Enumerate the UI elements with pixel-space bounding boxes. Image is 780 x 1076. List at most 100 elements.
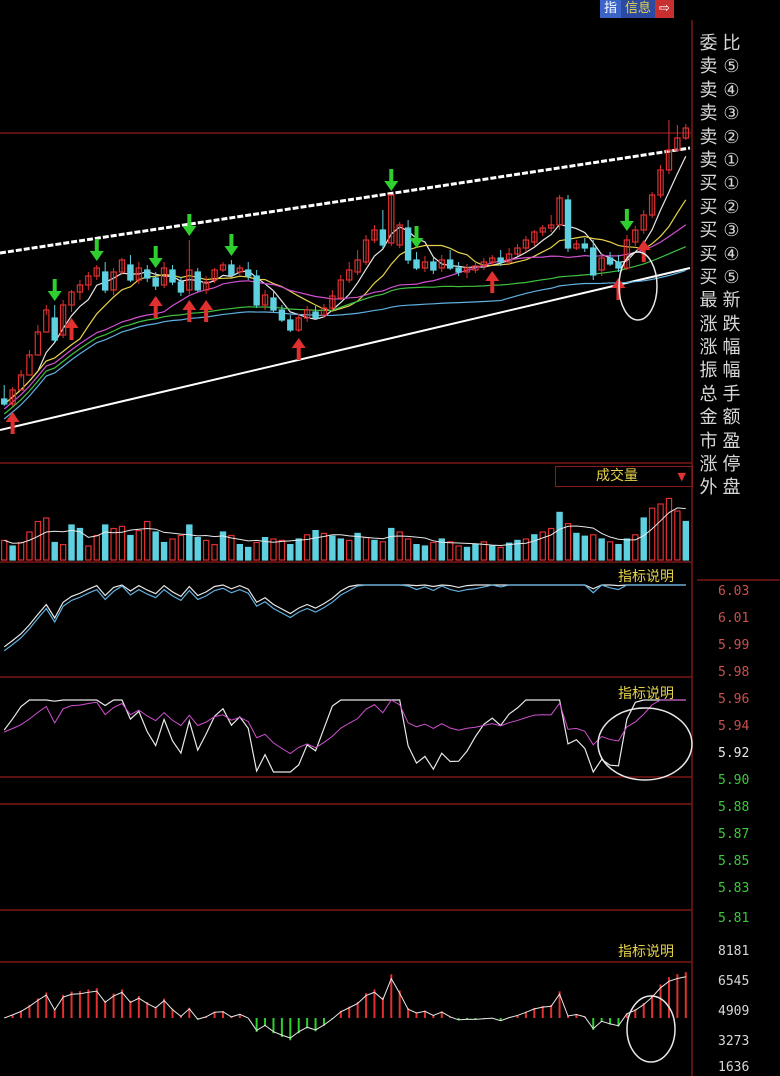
stock-chart (0, 20, 780, 1076)
side-label-left: 涨 (699, 313, 718, 335)
side-row: 买① (697, 172, 745, 195)
volume-bar (26, 531, 33, 561)
price-5-92: 5.92 (718, 746, 750, 761)
highlight-circle (626, 995, 676, 1063)
side-label-left: 市 (699, 430, 718, 452)
volume-bar (413, 543, 420, 561)
price-5-96: 5.96 (718, 692, 750, 707)
side-label-right: 额 (722, 407, 741, 429)
side-row: 卖⑤ (697, 55, 745, 78)
volume-bar (287, 543, 294, 561)
vol-3273: 3273 (718, 1034, 750, 1049)
candle-body (606, 257, 614, 265)
volume-bar (228, 534, 235, 561)
volume-bar (278, 539, 286, 561)
volume-bar (303, 534, 311, 561)
side-row: 卖② (697, 126, 745, 149)
tab-exit-icon[interactable]: ⇨ (655, 0, 674, 18)
indicator-title-3[interactable]: 指标说明 (618, 941, 674, 961)
side-label-left: 涨 (699, 454, 718, 476)
volume-bar (0, 539, 8, 561)
side-label-left: 最 (699, 290, 718, 312)
candle-body (245, 269, 252, 277)
side-row: 卖① (697, 149, 745, 172)
side-row: 委比 (697, 32, 745, 55)
volume-bar (455, 545, 462, 561)
volume-bar (640, 517, 647, 561)
side-label-right: ④ (723, 243, 740, 265)
volume-bar (522, 538, 530, 561)
ma10-line (3, 199, 687, 405)
candle-body (169, 269, 176, 283)
side-label-right: ④ (723, 79, 740, 101)
side-label-right: 手 (722, 383, 741, 405)
volume-bar (312, 529, 319, 561)
quote-side-panel: 委比卖⑤卖④卖③卖②卖①买①买②买③买④买⑤最新涨跌涨幅振幅总手金额市盈涨停外盘 (697, 32, 745, 500)
volume-bar (674, 510, 681, 561)
candle-body (379, 229, 387, 246)
candle-body (404, 227, 412, 261)
candle-body (34, 331, 42, 356)
tab-index[interactable]: 指 (600, 0, 622, 18)
side-row: 市盈 (697, 430, 745, 453)
side-label-left: 卖 (699, 149, 718, 171)
volume-bar (379, 541, 387, 561)
volume-bar (430, 541, 437, 561)
side-label-right: ⑤ (723, 56, 740, 78)
volume-bar (539, 531, 546, 561)
volume-bar (337, 538, 345, 561)
side-label-left: 涨 (699, 337, 718, 359)
volume-bar (144, 520, 151, 561)
candle-body (270, 297, 277, 311)
side-label-right: 幅 (722, 360, 741, 382)
side-label-right: ③ (723, 103, 740, 125)
side-label-left: 买 (699, 243, 718, 265)
side-label-right: ① (723, 149, 740, 171)
side-label-left: 卖 (699, 126, 718, 148)
highlight-circle (597, 707, 693, 781)
side-row: 卖④ (697, 79, 745, 102)
sell-arrow-icon (409, 226, 424, 248)
side-label-left: 卖 (699, 103, 718, 125)
candle-body (312, 311, 319, 319)
volume-bar (329, 535, 336, 561)
side-label-left: 买 (699, 220, 718, 242)
side-row: 涨幅 (697, 336, 745, 359)
side-label-right: 盘 (722, 477, 741, 499)
candle-body (497, 257, 504, 263)
candle-body (194, 271, 201, 291)
vol-1636: 1636 (718, 1060, 750, 1075)
indicator-title-2[interactable]: 指标说明 (618, 683, 674, 703)
candle-body (278, 309, 286, 321)
tab-info[interactable]: 信息 (621, 0, 656, 18)
candle-body (581, 243, 589, 249)
price-5-90: 5.90 (718, 773, 750, 788)
candle-body (253, 275, 260, 306)
vol-4909: 4909 (718, 1004, 750, 1019)
ma20-line (3, 224, 687, 410)
price-5-99: 5.99 (718, 638, 750, 653)
side-label-right: ⑤ (723, 266, 740, 288)
volume-bar (615, 543, 622, 561)
volume-bar (85, 545, 92, 561)
volume-panel-header[interactable]: 成交量 ▼ (555, 466, 693, 487)
volume-bar (446, 541, 454, 561)
volume-bar (152, 531, 159, 561)
dropdown-arrow-icon[interactable]: ▼ (678, 467, 686, 486)
price-5-81: 5.81 (718, 911, 750, 926)
side-row: 买④ (697, 243, 745, 266)
trendline-lower (0, 267, 691, 431)
volume-bar (127, 534, 134, 561)
indicator-title-1[interactable]: 指标说明 (618, 566, 674, 586)
volume-bar (463, 546, 471, 561)
candle-body (177, 281, 185, 293)
buy-arrow-icon (291, 338, 306, 360)
volume-bar (421, 545, 429, 561)
side-label-left: 买 (699, 266, 718, 288)
vol-8181: 8181 (718, 944, 750, 959)
candle-body (590, 247, 597, 276)
sell-arrow-icon (384, 169, 399, 191)
volume-bar (194, 536, 201, 561)
volume-bar (135, 529, 143, 561)
price-5-94: 5.94 (718, 719, 750, 734)
